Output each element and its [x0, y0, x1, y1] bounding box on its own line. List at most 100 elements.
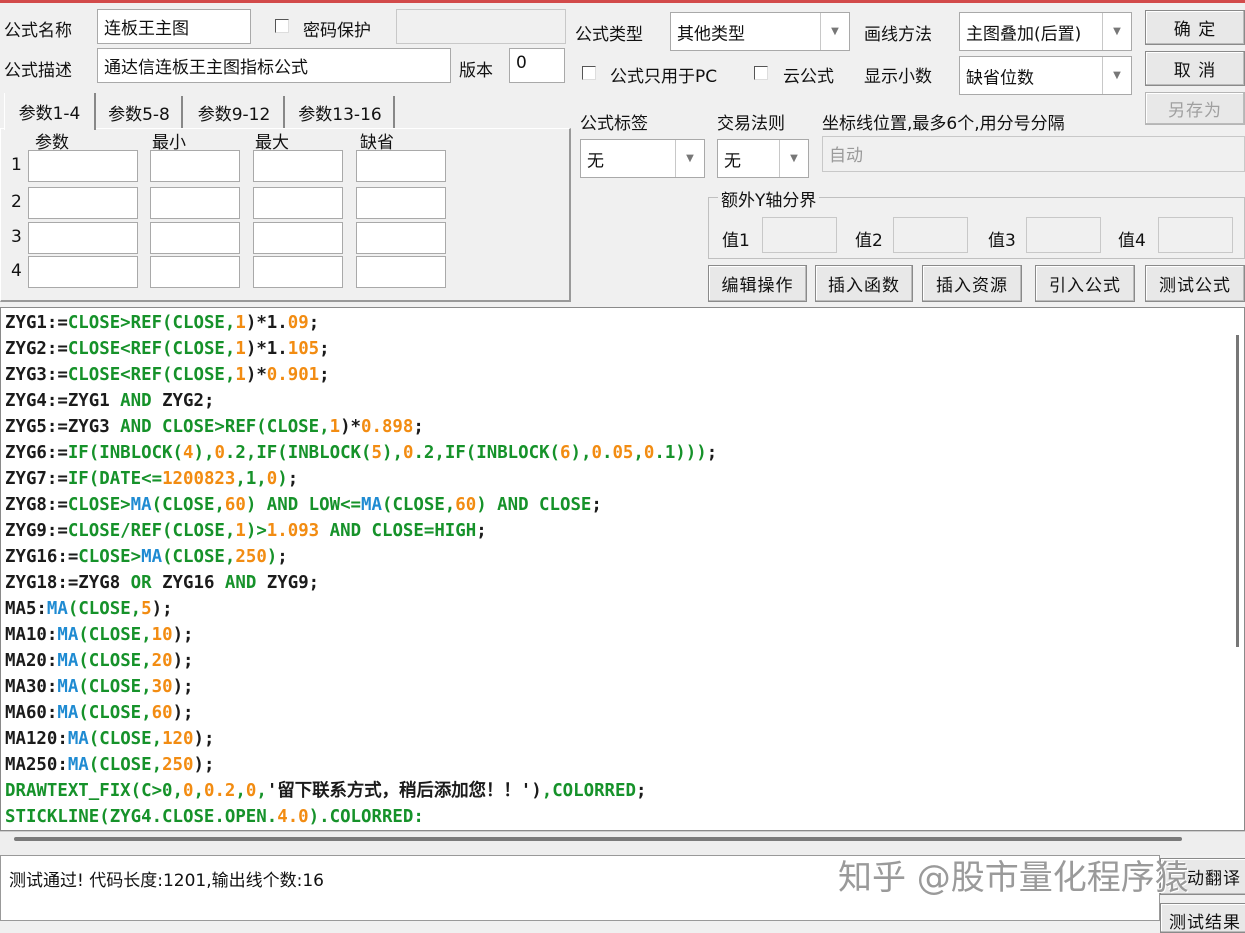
code-token: MA [361, 495, 382, 515]
code-token: 1 [235, 521, 246, 541]
code-token: ; [319, 365, 330, 385]
horizontal-scrollbar[interactable] [14, 837, 1182, 841]
param-name-input[interactable] [28, 187, 138, 219]
edit-ops-button[interactable]: 编辑操作 [708, 265, 807, 302]
tab-params-9-12[interactable]: 参数9-12 [185, 96, 285, 128]
code-line[interactable]: ZYG18:=ZYG8 OR ZYG16 AND ZYG9; [5, 570, 717, 596]
chevron-down-icon[interactable]: ▼ [779, 140, 808, 177]
code-token: 09 [287, 313, 309, 333]
chevron-down-icon[interactable]: ▼ [675, 140, 704, 177]
code-line[interactable]: ZYG16:=CLOSE>MA(CLOSE,250); [5, 544, 717, 570]
cloud-formula-checkbox[interactable] [754, 66, 768, 80]
code-line[interactable]: ZYG6:=IF(INBLOCK(4),0.2,IF(INBLOCK(5),0.… [5, 440, 717, 466]
formula-type-select[interactable]: 其他类型 ▼ [670, 12, 850, 51]
code-token: 250 [235, 547, 267, 567]
code-token: 1 [329, 417, 341, 437]
axis-position-input[interactable]: 自动 [822, 136, 1245, 172]
code-line[interactable]: ZYG8:=CLOSE>MA(CLOSE,60) AND LOW<=MA(CLO… [5, 492, 717, 518]
param-min-input[interactable] [150, 222, 240, 254]
param-max-input[interactable] [253, 187, 343, 219]
password-input[interactable] [396, 9, 566, 44]
param-min-input[interactable] [150, 256, 240, 288]
vertical-scrollbar[interactable] [1236, 335, 1239, 647]
code-token: 20 [151, 651, 173, 671]
insert-function-button[interactable]: 插入函数 [815, 265, 913, 302]
decimal-select[interactable]: 缺省位数 ▼ [959, 56, 1132, 95]
code-line[interactable]: ZYG3:=CLOSE<REF(CLOSE,1)*0.901; [5, 362, 717, 388]
password-protect-checkbox[interactable] [275, 19, 289, 33]
code-token: ZYG8:= [5, 495, 68, 515]
param-default-input[interactable] [356, 187, 446, 219]
trade-rule-select[interactable]: 无 ▼ [717, 139, 809, 178]
ok-button[interactable]: 确 定 [1145, 10, 1245, 45]
code-line[interactable]: ZYG7:=IF(DATE<=1200823,1,0); [5, 466, 717, 492]
code-token: MA [57, 651, 79, 671]
code-line[interactable]: MA250:MA(CLOSE,250); [5, 752, 717, 778]
param-min-input[interactable] [150, 150, 240, 182]
param-max-input[interactable] [253, 222, 343, 254]
param-name-input[interactable] [28, 222, 138, 254]
import-formula-button[interactable]: 引入公式 [1035, 265, 1135, 302]
code-token: (CLOSE, [78, 677, 152, 697]
y-value-2-label: 值2 [855, 231, 883, 251]
code-editor[interactable]: ZYG1:=CLOSE>REF(CLOSE,1)*1.09; ZYG2:=CLOS… [0, 307, 1245, 831]
param-min-input[interactable] [150, 187, 240, 219]
insert-resource-button[interactable]: 插入资源 [922, 265, 1022, 302]
code-token: (CLOSE, [78, 651, 152, 671]
code-line[interactable]: MA5:MA(CLOSE,5); [5, 596, 717, 622]
param-max-input[interactable] [253, 256, 343, 288]
param-max-input[interactable] [253, 150, 343, 182]
code-token: )*1. [245, 313, 288, 333]
y-value-1-input[interactable] [762, 217, 837, 253]
code-line[interactable]: ZYG9:=CLOSE/REF(CLOSE,1)>1.093 AND CLOSE… [5, 518, 717, 544]
formula-desc-input[interactable]: 通达信连板王主图指标公式 [97, 48, 451, 83]
code-text[interactable]: ZYG1:=CLOSE>REF(CLOSE,1)*1.09; ZYG2:=CLOS… [5, 310, 717, 830]
formula-tag-select[interactable]: 无 ▼ [580, 139, 705, 178]
param-name-input[interactable] [28, 256, 138, 288]
code-token: CLOSE<REF(CLOSE, [67, 339, 236, 359]
code-token: MA30: [5, 677, 58, 697]
formula-name-input[interactable]: 连板王主图 [97, 9, 251, 44]
code-line[interactable]: STICKLINE(ZYG4.CLOSE.OPEN.4.0).COLORRED: [5, 804, 717, 830]
param-default-input[interactable] [356, 256, 446, 288]
cancel-button[interactable]: 取 消 [1145, 51, 1245, 86]
code-line[interactable]: ZYG2:=CLOSE<REF(CLOSE,1)*1.105; [5, 336, 717, 362]
y-value-2-input[interactable] [893, 217, 968, 253]
param-default-input[interactable] [356, 150, 446, 182]
trade-rule-label: 交易法则 [717, 114, 785, 134]
chevron-down-icon[interactable]: ▼ [820, 13, 849, 50]
code-line[interactable]: ZYG1:=CLOSE>REF(CLOSE,1)*1.09; [5, 310, 717, 336]
chevron-down-icon[interactable]: ▼ [1102, 57, 1131, 94]
code-line[interactable]: ZYG4:=ZYG1 AND ZYG2; [5, 388, 717, 414]
code-line[interactable]: ZYG5:=ZYG3 AND CLOSE>REF(CLOSE,1)*0.898; [5, 414, 717, 440]
code-line[interactable]: MA60:MA(CLOSE,60); [5, 700, 717, 726]
code-token: MA [57, 703, 79, 723]
tab-params-13-16[interactable]: 参数13-16 [287, 96, 395, 128]
save-as-button[interactable]: 另存为 [1145, 92, 1245, 125]
code-line[interactable]: MA30:MA(CLOSE,30); [5, 674, 717, 700]
draw-method-select[interactable]: 主图叠加(后置) ▼ [959, 12, 1132, 51]
test-result-button[interactable]: 测试结果 [1160, 903, 1245, 933]
tab-params-5-8[interactable]: 参数5-8 [97, 96, 183, 128]
formula-name-label: 公式名称 [4, 21, 72, 41]
code-token: MA [57, 677, 79, 697]
draw-method-label: 画线方法 [864, 25, 932, 45]
code-line[interactable]: MA120:MA(CLOSE,120); [5, 726, 717, 752]
code-token: 5 [141, 599, 152, 619]
version-input[interactable]: 0 [509, 48, 565, 83]
extra-y-axis-label: 额外Y轴分界 [718, 186, 820, 211]
chevron-down-icon[interactable]: ▼ [1102, 13, 1131, 50]
y-value-4-input[interactable] [1158, 217, 1233, 253]
code-token: 1 [235, 339, 246, 359]
param-name-input[interactable] [28, 150, 138, 182]
tab-params-1-4[interactable]: 参数1-4 [4, 93, 96, 130]
test-formula-button[interactable]: 测试公式 [1145, 265, 1245, 302]
pc-only-checkbox[interactable] [582, 66, 596, 80]
y-value-3-input[interactable] [1026, 217, 1101, 253]
code-line[interactable]: DRAWTEXT_FIX(C>0,0,0.2,0,'留下联系方式，稍后添加您！！… [5, 778, 717, 804]
param-default-input[interactable] [356, 222, 446, 254]
code-line[interactable]: MA10:MA(CLOSE,10); [5, 622, 717, 648]
code-line[interactable]: MA20:MA(CLOSE,20); [5, 648, 717, 674]
code-token: CLOSE> [78, 547, 142, 567]
window-top-border [0, 0, 1245, 3]
